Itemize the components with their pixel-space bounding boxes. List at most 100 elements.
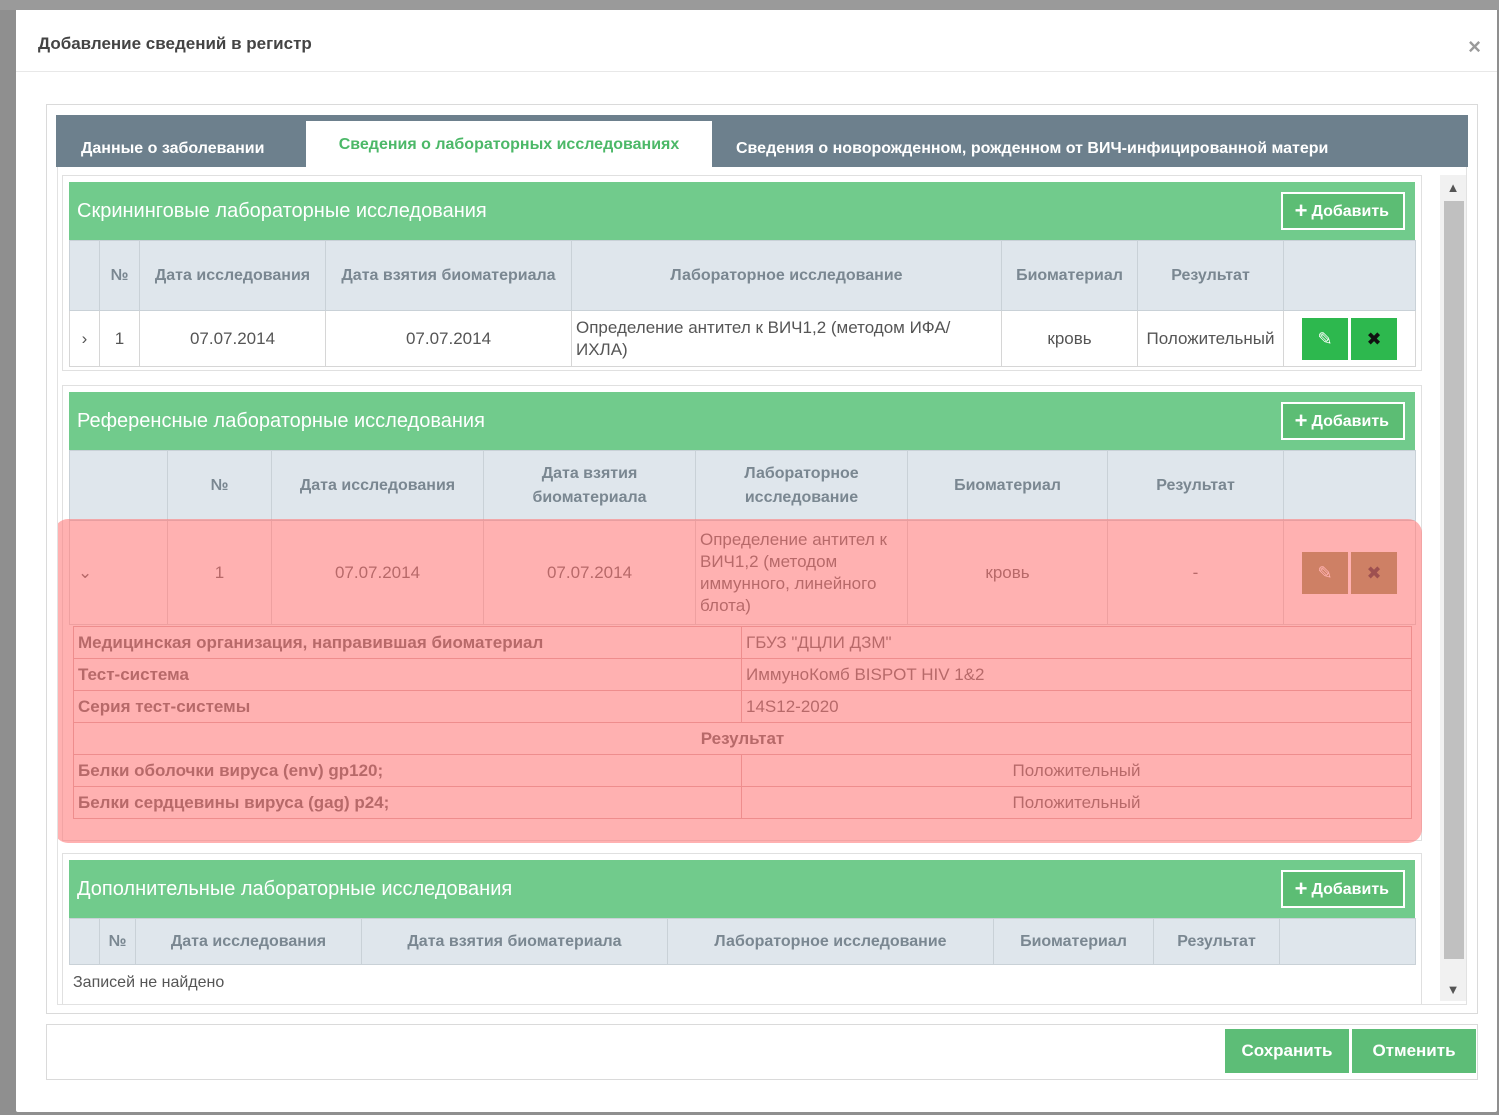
column-header: Биоматериал (1001, 240, 1138, 311)
table-header-row: № Дата исследования Дата взятия биоматер… (69, 450, 1416, 521)
scroll-up-icon[interactable]: ▲ (1440, 177, 1466, 199)
tab-disease-data[interactable]: Данные о заболевании (81, 131, 264, 167)
panel-header: Скрининговые лабораторные исследования +… (69, 182, 1415, 240)
panel-title: Дополнительные лабораторные исследования (77, 878, 513, 900)
lab-test-name: Определение антител к ВИЧ1,2 (методом ИФ… (571, 310, 1002, 367)
column-header: Дата исследования (135, 918, 362, 965)
result-label: Белки оболочки вируса (env) gp120; (73, 754, 742, 787)
edit-icon[interactable]: ✎ (1302, 551, 1348, 594)
panel-title: Скрининговые лабораторные исследования (77, 200, 487, 222)
actions-header (1283, 240, 1416, 311)
detail-row: Результат (73, 722, 1412, 755)
column-header: Лабораторное исследование (695, 450, 908, 521)
save-button[interactable]: Сохранить (1225, 1029, 1349, 1073)
delete-icon[interactable]: ✖ (1351, 317, 1397, 360)
add-button-label: Добавить (1311, 881, 1390, 898)
biomaterial: кровь (907, 520, 1108, 625)
column-header: Дата взятия биоматериала (483, 450, 696, 521)
actions-header (1279, 918, 1416, 965)
add-screening-button[interactable]: + Добавить (1280, 192, 1405, 230)
detail-row: Серия тест-системы 14S12-2020 (73, 690, 1412, 723)
scroll-down-icon[interactable]: ▼ (1440, 979, 1466, 1001)
collapse-chevron-icon[interactable]: ⌄ (69, 520, 168, 625)
screening-table: № Дата исследования Дата взятия биоматер… (69, 240, 1416, 367)
expand-chevron-icon[interactable]: › (69, 310, 100, 367)
biomaterial-date: 07.07.2014 (483, 520, 696, 625)
column-header: № (167, 450, 272, 521)
detail-row: Медицинская организация, направившая био… (73, 626, 1412, 659)
table-row: ⌄ 1 07.07.2014 07.07.2014 Определение ан… (69, 520, 1416, 625)
expand-header (69, 918, 100, 965)
add-additional-button[interactable]: + Добавить (1280, 870, 1405, 908)
test-date: 07.07.2014 (271, 520, 484, 625)
reference-table: № Дата исследования Дата взятия биоматер… (69, 450, 1416, 625)
result: - (1107, 520, 1284, 625)
column-header: Результат (1153, 918, 1280, 965)
column-header: Результат (1107, 450, 1284, 521)
additional-table: № Дата исследования Дата взятия биоматер… (69, 918, 1416, 965)
reference-panel: Референсные лабораторные исследования + Д… (62, 385, 1422, 841)
row-actions: ✎ ✖ (1283, 310, 1416, 367)
row-actions: ✎ ✖ (1283, 520, 1416, 625)
additional-panel: Дополнительные лабораторные исследования… (62, 853, 1422, 1004)
column-header: Биоматериал (907, 450, 1108, 521)
screening-panel: Скрининговые лабораторные исследования +… (62, 175, 1422, 371)
column-header: Лабораторное исследование (667, 918, 994, 965)
table-header-row: № Дата исследования Дата взятия биоматер… (69, 240, 1416, 311)
tab-content: Скрининговые лабораторные исследования +… (57, 167, 1467, 1005)
table-header-row: № Дата исследования Дата взятия биоматер… (69, 918, 1416, 965)
actions-header (1283, 450, 1416, 521)
tabs-container: Данные о заболевании Сведения о лаборато… (46, 104, 1478, 1014)
scroll-thumb[interactable] (1444, 201, 1464, 959)
detail-row: Белки оболочки вируса (env) gp120; Полож… (73, 754, 1412, 787)
column-header: Лабораторное исследование (571, 240, 1002, 311)
edit-icon[interactable]: ✎ (1302, 317, 1348, 360)
detail-value: ГБУЗ "ДЦЛИ ДЗМ" (741, 626, 1412, 659)
detail-label: Тест-система (73, 658, 742, 691)
reference-details-table: Медицинская организация, направившая био… (73, 626, 1412, 819)
plus-icon: + (1294, 198, 1308, 223)
column-header: № (99, 918, 136, 965)
column-header: Дата взятия биоматериала (325, 240, 572, 311)
column-header: Дата исследования (139, 240, 326, 311)
table-row: › 1 07.07.2014 07.07.2014 Определение ан… (69, 310, 1416, 367)
detail-row: Белки сердцевины вируса (gag) p24; Полож… (73, 786, 1412, 819)
detail-value: ИммуноКомб BISPOT HIV 1&2 (741, 658, 1412, 691)
lab-test-name: Определение антител к ВИЧ1,2 (методом им… (695, 520, 908, 625)
detail-value: 14S12-2020 (741, 690, 1412, 723)
column-header: № (99, 240, 140, 311)
column-header: Биоматериал (993, 918, 1154, 965)
tab-newborn-info[interactable]: Сведения о новорожденном, рожденном от В… (736, 131, 1328, 167)
add-reference-button[interactable]: + Добавить (1280, 402, 1405, 440)
modal-dialog: Добавление сведений в регистр × Данные о… (16, 10, 1497, 1112)
page-backdrop (0, 0, 1499, 10)
empty-message: Записей не найдено (73, 974, 225, 991)
modal-footer: Сохранить Отменить (46, 1024, 1478, 1080)
column-header: Дата взятия биоматериала (361, 918, 668, 965)
modal-header: Добавление сведений в регистр × (16, 10, 1497, 72)
column-header: Результат (1137, 240, 1284, 311)
modal-title: Добавление сведений в регистр (38, 34, 312, 53)
test-date: 07.07.2014 (139, 310, 326, 367)
result-label: Белки сердцевины вируса (gag) p24; (73, 786, 742, 819)
expand-header (69, 240, 100, 311)
panel-title: Референсные лабораторные исследования (77, 410, 485, 432)
result-value: Положительный (741, 754, 1412, 787)
add-button-label: Добавить (1311, 203, 1390, 220)
result: Положительный (1137, 310, 1284, 367)
scrollbar[interactable]: ▲ ▼ (1440, 175, 1466, 1001)
cancel-button[interactable]: Отменить (1352, 1029, 1476, 1073)
tab-bar: Данные о заболевании Сведения о лаборато… (56, 115, 1468, 167)
biomaterial: кровь (1001, 310, 1138, 367)
plus-icon: + (1294, 876, 1308, 901)
detail-row: Тест-система ИммуноКомб BISPOT HIV 1&2 (73, 658, 1412, 691)
plus-icon: + (1294, 408, 1308, 433)
result-section-header: Результат (73, 722, 1412, 755)
panel-header: Дополнительные лабораторные исследования… (69, 860, 1415, 918)
add-button-label: Добавить (1311, 413, 1390, 430)
delete-icon[interactable]: ✖ (1351, 551, 1397, 594)
panel-header: Референсные лабораторные исследования + Д… (69, 392, 1415, 450)
biomaterial-date: 07.07.2014 (325, 310, 572, 367)
close-icon[interactable]: × (1468, 36, 1481, 58)
tab-lab-tests[interactable]: Сведения о лабораторных исследованиях (306, 121, 712, 167)
